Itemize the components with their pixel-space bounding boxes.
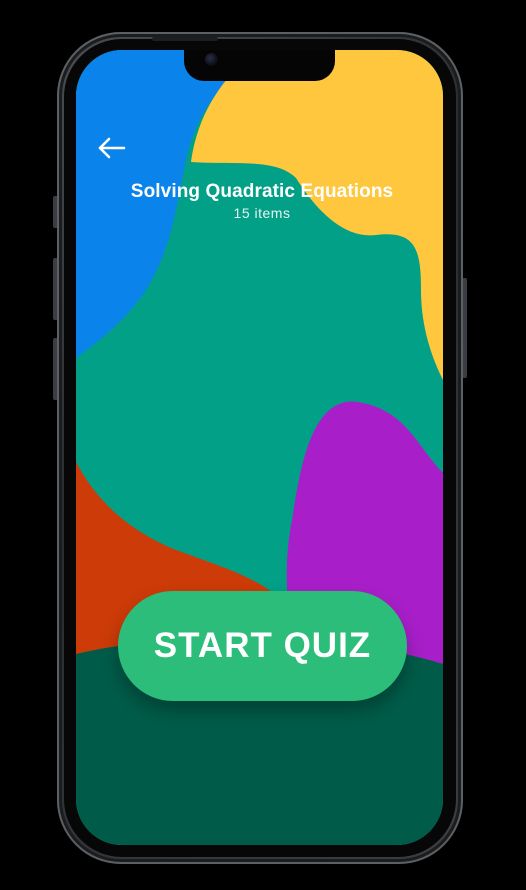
quiz-header: Solving Quadratic Equations 15 items [76, 181, 443, 222]
arrow-left-icon [98, 137, 126, 159]
quiz-title: Solving Quadratic Equations [130, 181, 394, 202]
device-stage: Solving Quadratic Equations 15 items STA… [0, 0, 526, 890]
earpiece-speaker [152, 37, 218, 41]
front-camera [205, 53, 218, 66]
camera-notch [184, 50, 335, 81]
quiz-item-count: 15 items [233, 205, 291, 221]
blob-background [76, 50, 443, 845]
back-button[interactable] [95, 132, 127, 164]
app-screen: Solving Quadratic Equations 15 items STA… [76, 50, 443, 845]
start-quiz-button[interactable]: START QUIZ [118, 591, 407, 701]
